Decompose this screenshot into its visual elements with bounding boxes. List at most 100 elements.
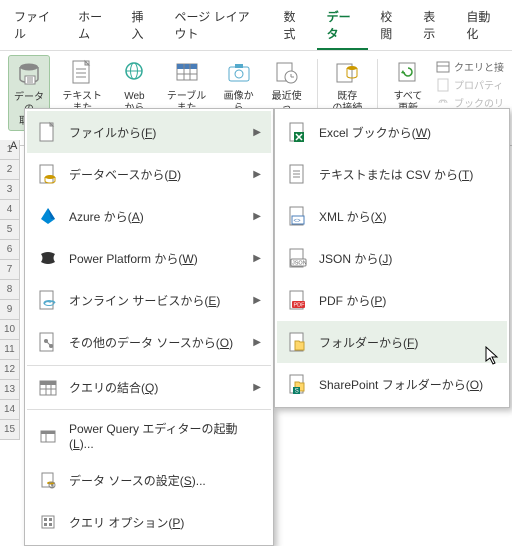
- ribbon-tabs: ファイルホーム挿入ページ レイアウト数式データ校閲表示自動化: [0, 0, 512, 51]
- menu-item[interactable]: クエリ オプション(P): [27, 501, 271, 543]
- menu-icon: [37, 331, 59, 353]
- submenu-item[interactable]: JSON JSON から(J): [277, 237, 507, 279]
- menu-label: Power Query エディターの起動(L)...: [69, 420, 261, 451]
- submenu-item[interactable]: S SharePoint フォルダーから(O): [277, 363, 507, 405]
- tab-データ[interactable]: データ: [317, 2, 369, 50]
- tab-数式[interactable]: 数式: [274, 2, 315, 50]
- svg-text:PDF: PDF: [294, 303, 306, 309]
- tab-ファイル[interactable]: ファイル: [4, 2, 66, 50]
- tab-挿入[interactable]: 挿入: [121, 2, 162, 50]
- menu-label: PDF から(P): [319, 292, 497, 309]
- properties-item[interactable]: プロパティ: [436, 77, 504, 92]
- menu-label: ファイルから(F): [69, 124, 243, 141]
- submenu-item[interactable]: フォルダーから(F): [277, 321, 507, 363]
- submenu-item[interactable]: PDF PDF から(P): [277, 279, 507, 321]
- tab-ホーム[interactable]: ホーム: [68, 2, 119, 50]
- menu-label: JSON から(J): [319, 250, 497, 267]
- tab-自動化[interactable]: 自動化: [456, 2, 508, 50]
- menu-icon: [37, 425, 59, 447]
- submenu-item[interactable]: テキストまたは CSV から(T): [277, 153, 507, 195]
- get-data-menu: ファイルから(F)▶データベースから(D)▶Azure から(A)▶Power …: [24, 108, 274, 546]
- database-icon: [13, 58, 45, 90]
- row-header[interactable]: 11: [0, 340, 20, 360]
- tab-表示[interactable]: 表示: [413, 2, 454, 50]
- chevron-right-icon: ▶: [253, 295, 261, 306]
- menu-label: テキストまたは CSV から(T): [319, 166, 497, 183]
- cell-marker: A: [10, 140, 17, 152]
- ribbon-side-panel: クエリと接 プロパティ ブックのリ: [436, 55, 504, 110]
- menu-icon: [37, 163, 59, 185]
- table-icon: [171, 57, 203, 89]
- menu-label: クエリの結合(Q): [69, 379, 243, 396]
- menu-label: データベースから(D): [69, 166, 243, 183]
- menu-item[interactable]: クエリの結合(Q) ▶: [27, 365, 271, 407]
- tab-ページ レイアウト[interactable]: ページ レイアウト: [165, 2, 272, 50]
- row-header[interactable]: 8: [0, 280, 20, 300]
- chevron-right-icon: ▶: [253, 253, 261, 264]
- camera-icon: [223, 57, 255, 89]
- menu-icon: [37, 289, 59, 311]
- row-header[interactable]: 6: [0, 240, 20, 260]
- menu-icon: PDF: [287, 289, 309, 311]
- file-csv-icon: [66, 57, 98, 89]
- menu-label: Excel ブックから(W): [319, 124, 497, 141]
- menu-item[interactable]: データ ソースの設定(S)...: [27, 459, 271, 501]
- row-header[interactable]: 14: [0, 400, 20, 420]
- menu-item[interactable]: Azure から(A) ▶: [27, 195, 271, 237]
- row-header[interactable]: 4: [0, 200, 20, 220]
- row-header[interactable]: 12: [0, 360, 20, 380]
- menu-icon: [37, 511, 59, 533]
- refresh-icon: [392, 57, 424, 89]
- svg-text:<>: <>: [294, 219, 302, 225]
- menu-label: オンライン サービスから(E): [69, 292, 243, 309]
- row-header[interactable]: 5: [0, 220, 20, 240]
- menu-icon: [37, 247, 59, 269]
- menu-icon: [37, 377, 59, 399]
- menu-icon: [37, 205, 59, 227]
- menu-label: データ ソースの設定(S)...: [69, 472, 261, 489]
- row-header[interactable]: 13: [0, 380, 20, 400]
- svg-text:JSON: JSON: [292, 261, 307, 267]
- menu-icon: [287, 163, 309, 185]
- menu-item[interactable]: その他のデータ ソースから(O) ▶: [27, 321, 271, 363]
- menu-icon: <>: [287, 205, 309, 227]
- chevron-right-icon: ▶: [253, 169, 261, 180]
- menu-label: XML から(X): [319, 208, 497, 225]
- menu-label: Azure から(A): [69, 208, 243, 225]
- row-headers: 123456789101112131415: [0, 140, 20, 440]
- row-header[interactable]: 15: [0, 420, 20, 440]
- menu-item[interactable]: ファイルから(F) ▶: [27, 111, 271, 153]
- row-header[interactable]: 2: [0, 160, 20, 180]
- chevron-right-icon: ▶: [253, 211, 261, 222]
- row-header[interactable]: 3: [0, 180, 20, 200]
- chevron-right-icon: ▶: [253, 382, 261, 393]
- menu-label: クエリ オプション(P): [69, 514, 261, 531]
- row-header[interactable]: 9: [0, 300, 20, 320]
- submenu-item[interactable]: <> XML から(X): [277, 195, 507, 237]
- chevron-right-icon: ▶: [253, 337, 261, 348]
- menu-item[interactable]: オンライン サービスから(E) ▶: [27, 279, 271, 321]
- menu-item[interactable]: Power Platform から(W) ▶: [27, 237, 271, 279]
- row-header[interactable]: 10: [0, 320, 20, 340]
- svg-text:S: S: [295, 389, 299, 395]
- menu-icon: [287, 121, 309, 143]
- menu-icon: [37, 469, 59, 491]
- menu-item[interactable]: データベースから(D) ▶: [27, 153, 271, 195]
- menu-icon: JSON: [287, 247, 309, 269]
- tab-校閲[interactable]: 校閲: [370, 2, 411, 50]
- globe-icon: [118, 57, 150, 89]
- menu-icon: [37, 121, 59, 143]
- menu-label: SharePoint フォルダーから(O): [319, 376, 497, 393]
- menu-label: Power Platform から(W): [69, 250, 243, 267]
- queries-connections-item[interactable]: クエリと接: [436, 59, 504, 74]
- recent-icon: [271, 57, 303, 89]
- menu-icon: S: [287, 373, 309, 395]
- submenu-item[interactable]: Excel ブックから(W): [277, 111, 507, 153]
- chevron-right-icon: ▶: [253, 127, 261, 138]
- menu-label: その他のデータ ソースから(O): [69, 334, 243, 351]
- menu-item[interactable]: Power Query エディターの起動(L)...: [27, 409, 271, 459]
- menu-icon: [287, 331, 309, 353]
- from-file-submenu: Excel ブックから(W) テキストまたは CSV から(T) <> XML から(…: [274, 108, 510, 408]
- row-header[interactable]: 7: [0, 260, 20, 280]
- menu-label: フォルダーから(F): [319, 334, 497, 351]
